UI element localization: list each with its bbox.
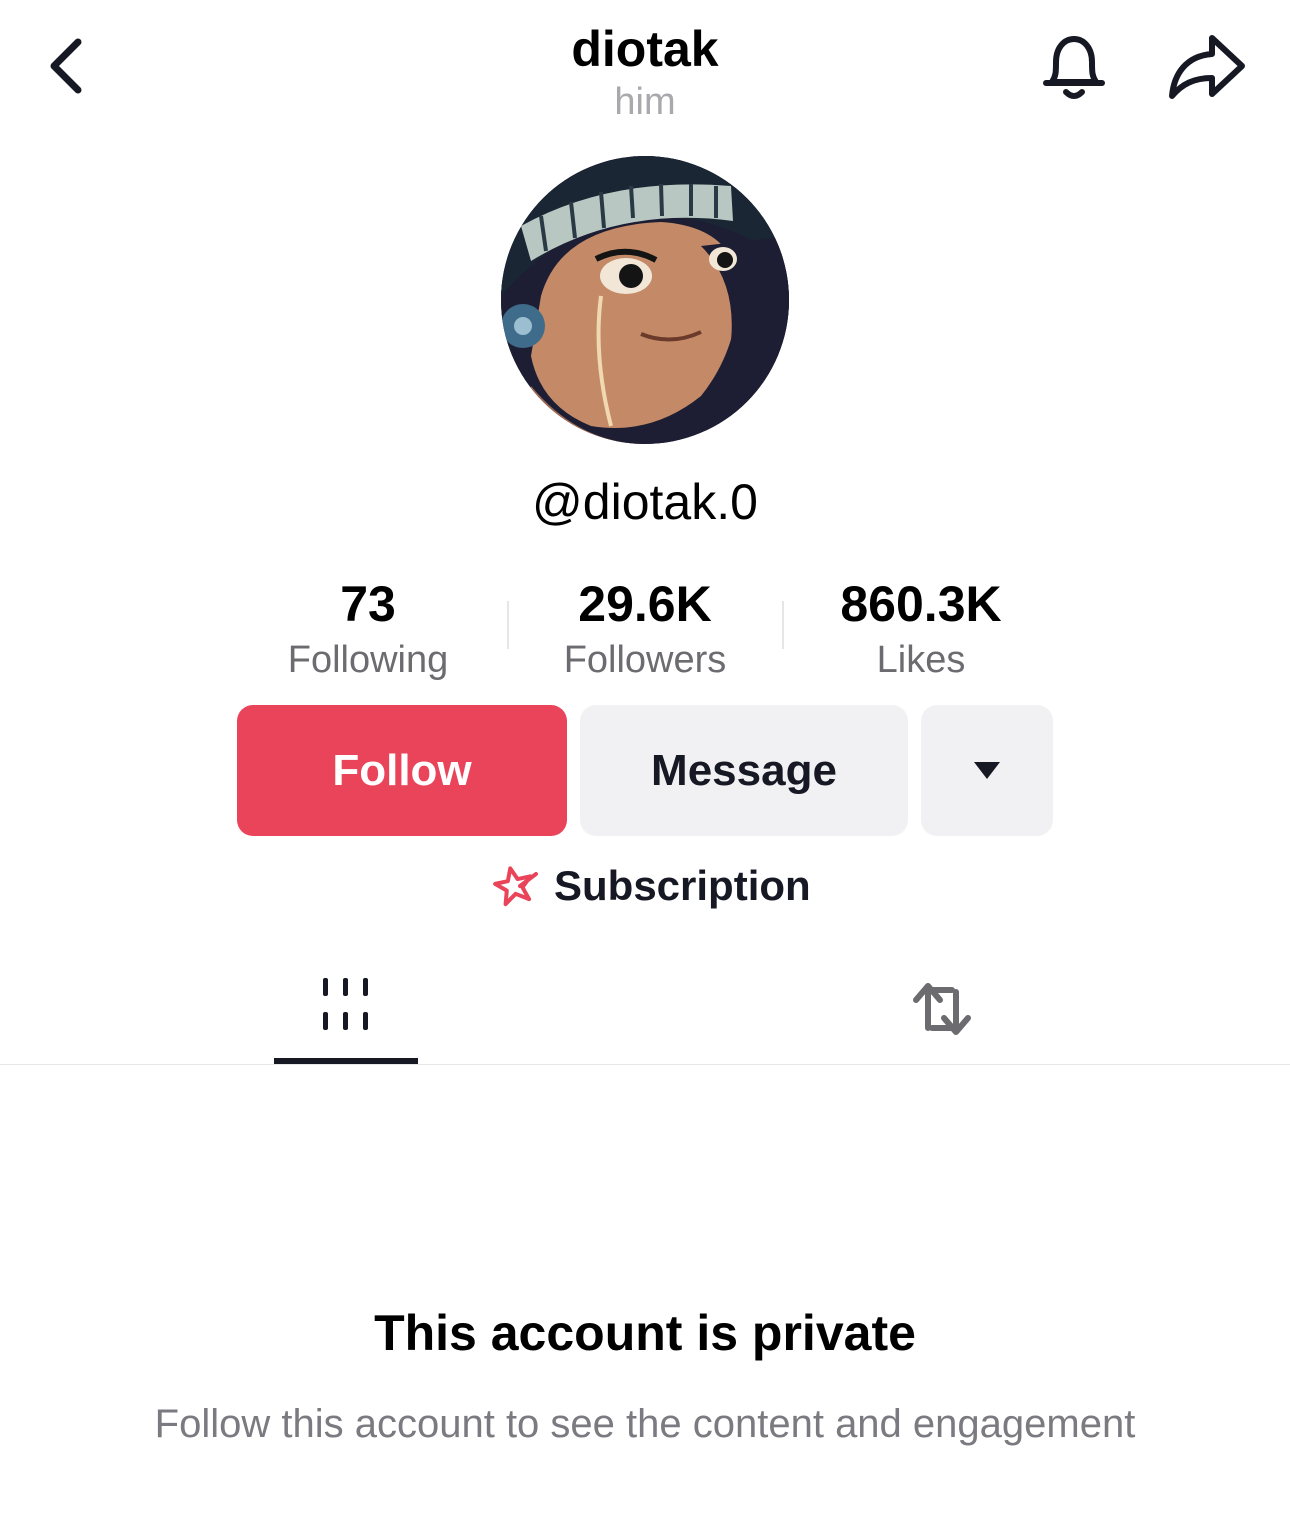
subscription-link[interactable]: Subscription	[490, 856, 811, 916]
more-options-button[interactable]	[921, 705, 1053, 836]
back-button[interactable]	[40, 32, 100, 100]
repost-icon	[913, 983, 971, 1035]
username-handle: @diotak.0	[532, 474, 758, 530]
anime-character-avatar	[501, 156, 789, 444]
private-account-subtitle: Follow this account to see the content a…	[154, 1402, 1136, 1446]
likes-count: 860.3K	[840, 576, 1002, 632]
stat-divider	[507, 601, 509, 649]
tab-reposts[interactable]	[870, 960, 1014, 1062]
stat-divider	[782, 601, 784, 649]
tab-videos[interactable]	[274, 960, 418, 1062]
grid-lines-icon	[323, 978, 368, 1030]
following-label: Following	[287, 639, 449, 681]
share-button[interactable]	[1164, 30, 1248, 102]
message-button[interactable]: Message	[580, 705, 908, 836]
chevron-left-icon	[50, 38, 82, 94]
tabs-divider	[0, 1064, 1290, 1065]
follow-button[interactable]: Follow	[237, 705, 567, 836]
notification-bell-button[interactable]	[1038, 28, 1110, 104]
stat-likes[interactable]: 860.3K Likes	[791, 574, 1051, 686]
share-arrow-icon	[1169, 35, 1245, 99]
likes-label: Likes	[876, 639, 966, 681]
avatar[interactable]	[501, 156, 789, 444]
subscription-label: Subscription	[554, 862, 811, 909]
bell-icon	[1043, 36, 1105, 99]
followers-count: 29.6K	[578, 576, 712, 632]
following-count: 73	[340, 576, 396, 632]
stat-following[interactable]: 73 Following	[238, 574, 498, 686]
caret-down-icon	[974, 762, 1000, 779]
subscription-star-icon	[493, 866, 538, 907]
followers-label: Followers	[563, 639, 727, 681]
private-account-title: This account is private	[374, 1305, 916, 1361]
stat-followers[interactable]: 29.6K Followers	[515, 574, 775, 686]
